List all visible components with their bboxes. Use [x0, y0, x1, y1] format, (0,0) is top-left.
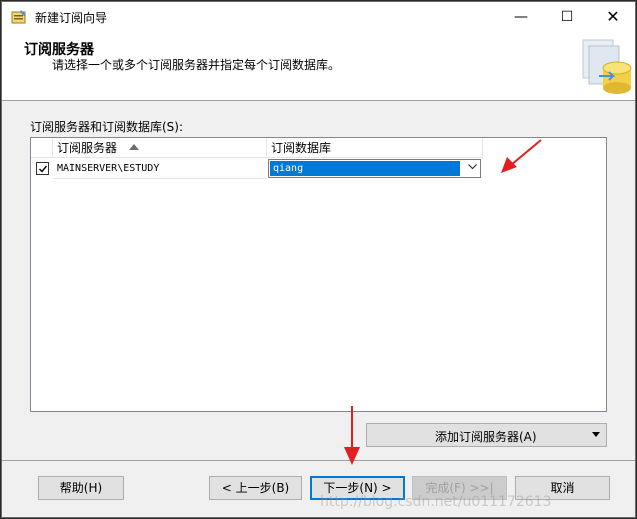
minimize-icon: —: [514, 9, 528, 25]
wizard-header: 订阅服务器 请选择一个或多个订阅服务器并指定每个订阅数据库。: [2, 32, 635, 101]
annotation-arrow-right-icon: [501, 139, 542, 173]
close-button[interactable]: ✕: [590, 2, 636, 32]
watermark: http://blog.csdn.net/u011172613: [320, 494, 552, 510]
database-select[interactable]: qiang: [268, 159, 481, 178]
sort-ascending-icon: [129, 144, 139, 150]
table-row: MAINSERVER\ESTUDY qiang: [31, 158, 483, 179]
wizard-app-icon: [11, 10, 26, 24]
grid-header: 订阅服务器 订阅数据库: [31, 138, 483, 158]
help-button[interactable]: 帮助(H): [38, 476, 124, 500]
title-bar: 新建订阅向导 — ☐ ✕: [2, 2, 635, 32]
database-header-icon: [582, 39, 632, 94]
grid-label: 订阅服务器和订阅数据库(S):: [30, 120, 184, 134]
page-subtitle: 请选择一个或多个订阅服务器并指定每个订阅数据库。: [52, 58, 341, 72]
checkbox-column-header: [31, 138, 53, 158]
window-title: 新建订阅向导: [35, 11, 108, 25]
subscriber-checkbox[interactable]: [36, 162, 49, 175]
back-button[interactable]: < 上一步(B): [209, 476, 302, 500]
add-subscriber-label: 添加订阅服务器(A): [435, 430, 537, 444]
maximize-button[interactable]: ☐: [544, 2, 590, 32]
close-icon: ✕: [606, 7, 620, 26]
annotation-arrow-down-icon: [344, 406, 360, 465]
dropdown-arrow-icon: [592, 432, 600, 437]
checkmark-icon: [39, 165, 48, 173]
subscriber-grid: 订阅服务器 订阅数据库 MAINSERVER\ESTUDY qiang: [30, 137, 607, 412]
database-select-value: qiang: [270, 161, 460, 176]
chevron-down-icon: [468, 164, 477, 170]
column-header-subscriber-label: 订阅服务器: [57, 141, 118, 155]
column-header-database-label: 订阅数据库: [271, 141, 332, 155]
column-header-subscriber[interactable]: 订阅服务器: [53, 138, 267, 158]
maximize-icon: ☐: [560, 9, 574, 25]
subscriber-database-cell: qiang: [267, 158, 483, 179]
row-checkbox-cell: [31, 158, 53, 179]
add-subscriber-button[interactable]: 添加订阅服务器(A): [366, 423, 607, 447]
wizard-window: 新建订阅向导 — ☐ ✕ 订阅服务器 请选择一个或多个订阅服务器并指定每个订阅数…: [1, 1, 636, 518]
subscriber-server-cell: MAINSERVER\ESTUDY: [53, 158, 267, 179]
column-header-database[interactable]: 订阅数据库: [267, 138, 483, 158]
footer-divider: [2, 460, 635, 461]
minimize-button[interactable]: —: [498, 2, 544, 32]
